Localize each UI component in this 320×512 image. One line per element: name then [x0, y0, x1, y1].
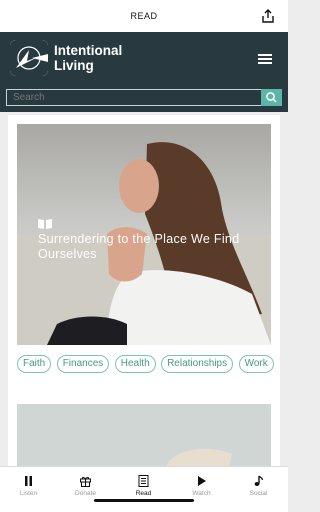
tag-health[interactable]: Health — [114, 355, 156, 373]
tab-label: Social — [249, 490, 268, 497]
tab-label: Listen — [19, 490, 38, 497]
book-icon — [37, 217, 53, 229]
tag-work[interactable]: Work — [238, 355, 274, 373]
document-icon — [137, 474, 150, 487]
tab-watch[interactable]: Watch — [173, 467, 230, 501]
logo-icon — [10, 40, 48, 76]
article-card[interactable] — [17, 404, 271, 467]
article-image — [17, 404, 271, 467]
music-note-icon — [252, 474, 265, 486]
brand-line-1: Intentional — [54, 43, 123, 58]
tab-read[interactable]: Read — [115, 467, 172, 501]
app-header: Intentional Living — [0, 32, 288, 86]
gift-icon — [79, 474, 92, 487]
home-indicator — [94, 499, 194, 502]
tab-label: Read — [135, 490, 152, 497]
brand-name: Intentional Living — [54, 43, 122, 73]
tab-label: Donate — [75, 490, 96, 497]
brand-line-2: Living — [54, 58, 94, 73]
search-icon — [266, 92, 277, 103]
tab-social[interactable]: Social — [230, 467, 287, 501]
top-bar: READ — [0, 0, 288, 32]
article-title[interactable]: Surrendering to the Place We Find Oursel… — [38, 232, 258, 262]
article-list: Surrendering to the Place We Find Oursel… — [8, 115, 280, 467]
play-icon — [195, 474, 208, 486]
search-input[interactable] — [6, 89, 261, 106]
search-button[interactable] — [261, 89, 282, 106]
share-icon[interactable] — [260, 8, 276, 24]
bottom-tab-bar: Listen Donate Read Watch Social — [0, 466, 288, 512]
hamburger-menu-icon[interactable] — [258, 54, 272, 64]
tag-finances[interactable]: Finances — [56, 355, 110, 373]
tab-donate[interactable]: Donate — [57, 467, 114, 501]
tab-label: Watch — [192, 490, 211, 497]
tab-listen[interactable]: Listen — [0, 467, 57, 501]
tag-list: Faith Finances Health Relationships Work — [17, 353, 277, 377]
tag-relationships[interactable]: Relationships — [161, 355, 234, 373]
page-title: READ — [130, 11, 158, 21]
search-bar — [0, 86, 288, 112]
article-card[interactable]: Surrendering to the Place We Find Oursel… — [17, 124, 271, 345]
pause-icon — [22, 474, 35, 486]
tag-faith[interactable]: Faith — [17, 355, 52, 373]
